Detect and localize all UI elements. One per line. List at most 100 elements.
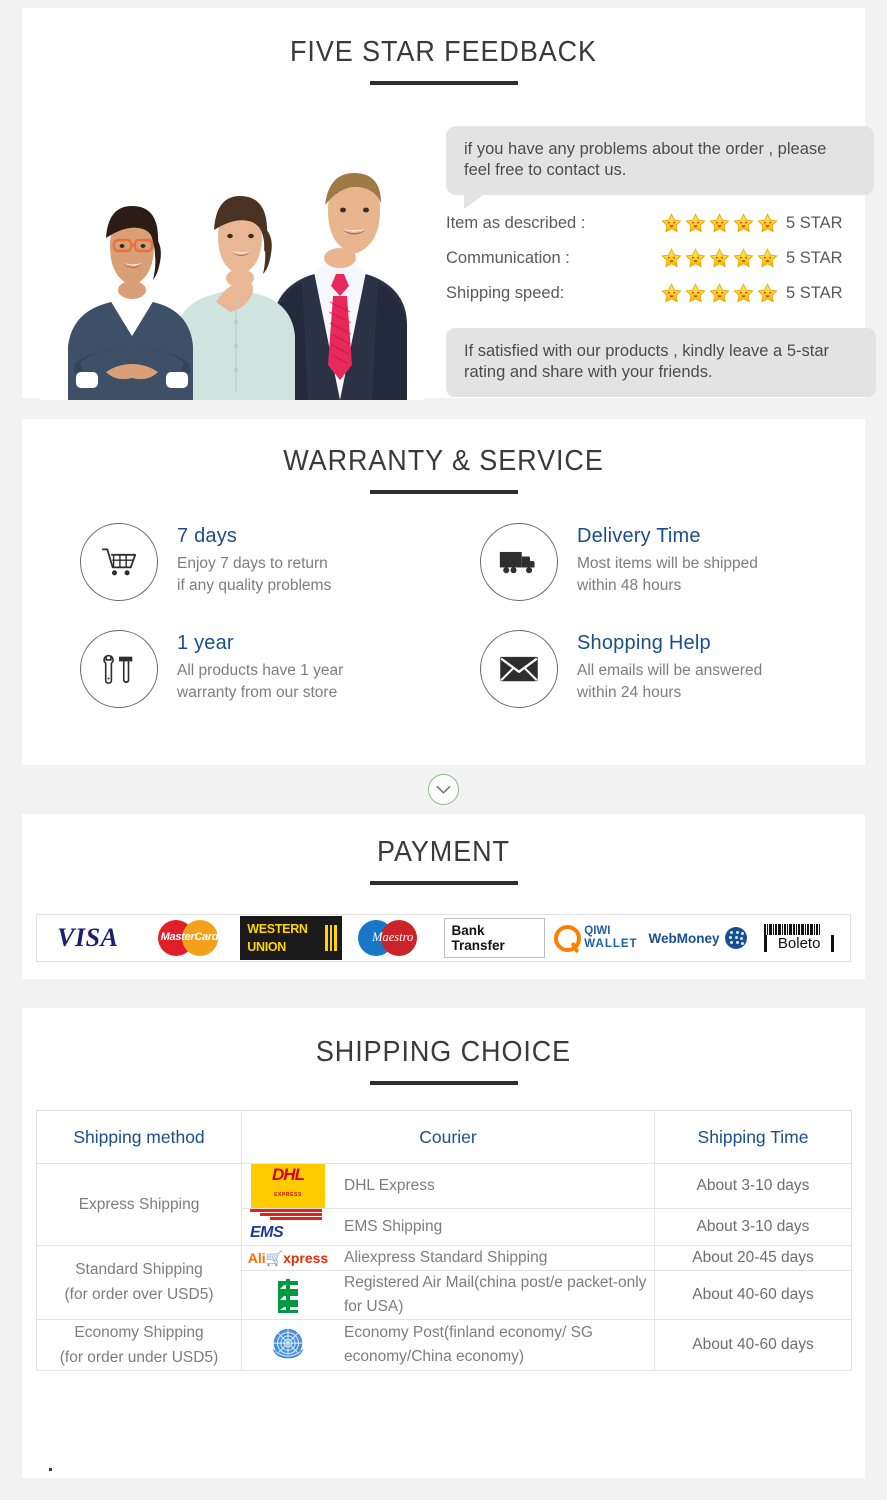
payment-method-bank-transfer: Bank Transfer	[443, 915, 546, 961]
warranty-desc-line2: warranty from our store	[177, 684, 338, 701]
shipping-time: About 20-45 days	[654, 1244, 852, 1271]
star-rating-item-as-described	[661, 213, 786, 234]
qiwi-q-icon	[554, 924, 582, 952]
warranty-desc-line2: within 24 hours	[577, 684, 682, 701]
shipping-time: About 3-10 days	[654, 1208, 852, 1246]
courier-name: Registered Air Mail(china post/e packet-…	[344, 1273, 647, 1315]
table-row: Standard Shipping (for order over USD5) …	[36, 1244, 852, 1320]
method-line1: Economy Shipping	[74, 1323, 204, 1341]
shipping-method-standard: Standard Shipping (for order over USD5)	[36, 1244, 242, 1320]
rating-request-note: If satisfied with our products , kindly …	[446, 328, 876, 397]
shipping-method-express: Express Shipping	[36, 1163, 242, 1246]
star-icon	[685, 248, 706, 268]
chevron-down-icon[interactable]	[428, 774, 459, 805]
rating-list: Item as described : 5 STAR Communication…	[446, 206, 876, 311]
warranty-desc-line1: All products have 1 year	[177, 662, 344, 679]
courier-cell-china-post: Registered Air Mail(china post/e packet-…	[241, 1269, 655, 1320]
courier-cell-aliexpress: Ali 🛒 xpress Aliexpress Standard Shippin…	[241, 1244, 655, 1271]
payment-method-qiwi: QIWI WALLET	[545, 915, 647, 961]
rating-row: Communication : 5 STAR	[446, 241, 876, 276]
warranty-desc-line1: Enjoy 7 days to return	[177, 555, 328, 572]
boleto-label: Boleto	[764, 935, 835, 952]
aliexpress-logo: Ali 🛒 xpress	[247, 1249, 329, 1266]
page-title-shipping: SHIPPING CHOICE	[315, 1036, 572, 1068]
shipping-method-economy: Economy Shipping (for order under USD5)	[36, 1318, 242, 1371]
payment-method-boleto: Boleto	[748, 915, 850, 961]
warranty-service-section: WARRANTY & SERVICE 7 days Enjoy 7 days t…	[22, 419, 865, 765]
bank-transfer-logo: Bank Transfer	[443, 918, 546, 958]
warranty-desc-line1: All emails will be answered	[577, 662, 763, 679]
method-line1: Express Shipping	[78, 1195, 200, 1213]
payment-method-maestro: Maestro	[342, 915, 444, 961]
shipping-title-block: SHIPPING CHOICE	[22, 1008, 865, 1085]
rating-label: Communication :	[446, 249, 570, 267]
payment-method-mastercard: MasterCard	[139, 915, 241, 961]
ems-logo: EMS	[242, 1209, 334, 1245]
star-icon	[709, 248, 730, 268]
warranty-heading: 1 year	[177, 632, 234, 654]
page-title-payment: PAYMENT	[377, 836, 510, 868]
wu-line2: UNION	[247, 940, 287, 954]
payment-method-webmoney: WebMoney	[647, 915, 749, 961]
shipping-time: About 3-10 days	[654, 1163, 852, 1209]
star-icon	[709, 283, 730, 303]
title-underline	[369, 881, 518, 885]
column-header-courier: Courier	[241, 1110, 655, 1164]
method-line2: (for order over USD5)	[64, 1286, 214, 1303]
table-row: Express Shipping DHL EXPRESS DHL Express…	[36, 1163, 852, 1246]
warranty-title-block: WARRANTY & SERVICE	[22, 419, 865, 494]
courier-name: Aliexpress Standard Shipping	[344, 1248, 548, 1266]
envelope-icon	[480, 630, 558, 708]
webmoney-label: WebMoney	[648, 930, 720, 946]
mastercard-logo: MasterCard	[153, 917, 225, 959]
rating-label: Shipping speed:	[446, 284, 565, 302]
warranty-text: Shopping Help All emails will be answere…	[577, 630, 762, 704]
table-row: Economy Shipping (for order under USD5)	[36, 1318, 852, 1371]
warranty-heading: 7 days	[177, 525, 238, 547]
feedback-title-block: FIVE STAR FEEDBACK	[22, 8, 865, 85]
star-icon	[757, 248, 778, 268]
payment-title-block: PAYMENT	[22, 814, 865, 885]
tools-icon	[80, 630, 158, 708]
courier-cell-dhl: DHL EXPRESS DHL Express	[241, 1163, 655, 1209]
payment-methods-strip: VISA MasterCard WESTERN UNION Maestro Ba…	[36, 914, 851, 962]
warranty-items-grid: 7 days Enjoy 7 days to return if any qua…	[22, 523, 865, 753]
section-divider	[0, 774, 887, 805]
warranty-desc-line1: Most items will be shipped	[577, 555, 758, 572]
star-icon	[661, 248, 682, 268]
shopping-cart-icon	[80, 523, 158, 601]
star-rating-communication	[661, 248, 786, 269]
page-title-feedback: FIVE STAR FEEDBACK	[290, 36, 597, 68]
star-icon	[757, 283, 778, 303]
courier-cell-ems: EMS EMS Shipping	[241, 1208, 655, 1246]
contact-speech-bubble: if you have any problems about the order…	[446, 126, 874, 209]
warranty-item-warranty: 1 year All products have 1 year warranty…	[80, 630, 343, 708]
payment-method-visa: VISA	[37, 915, 139, 961]
courier-cell-economy: Economy Post(finland economy/ SG economy…	[241, 1318, 655, 1371]
title-underline	[369, 1081, 518, 1085]
rating-value: 5 STAR	[786, 214, 843, 232]
barcode-icon	[764, 924, 834, 935]
table-header-row: Shipping method Courier Shipping Time	[36, 1110, 852, 1164]
shipping-time: About 40-60 days	[654, 1269, 852, 1320]
courier-name: DHL Express	[344, 1177, 435, 1194]
qiwi-wallet-logo: QIWI WALLET	[554, 924, 637, 952]
five-star-feedback-section: FIVE STAR FEEDBACK if you have any probl…	[22, 8, 876, 400]
payment-method-western-union: WESTERN UNION	[240, 915, 342, 961]
warranty-text: Delivery Time Most items will be shipped…	[577, 523, 758, 597]
star-icon	[685, 283, 706, 303]
rating-row: Shipping speed: 5 STAR	[446, 276, 876, 311]
webmoney-globe-icon	[724, 927, 747, 949]
webmoney-logo: WebMoney	[649, 927, 747, 949]
rating-value: 5 STAR	[786, 249, 843, 267]
mastercard-label: MasterCard	[160, 931, 219, 943]
rating-row: Item as described : 5 STAR	[446, 206, 876, 241]
united-nations-logo	[242, 1324, 334, 1366]
star-icon	[661, 213, 682, 233]
qiwi-line1: QIWI	[584, 925, 611, 937]
maestro-logo: Maestro	[354, 918, 432, 958]
warranty-item-support: Shopping Help All emails will be answere…	[480, 630, 762, 708]
boleto-logo: Boleto	[764, 924, 835, 952]
star-icon	[709, 213, 730, 233]
wu-line1: WESTERN	[247, 922, 308, 936]
